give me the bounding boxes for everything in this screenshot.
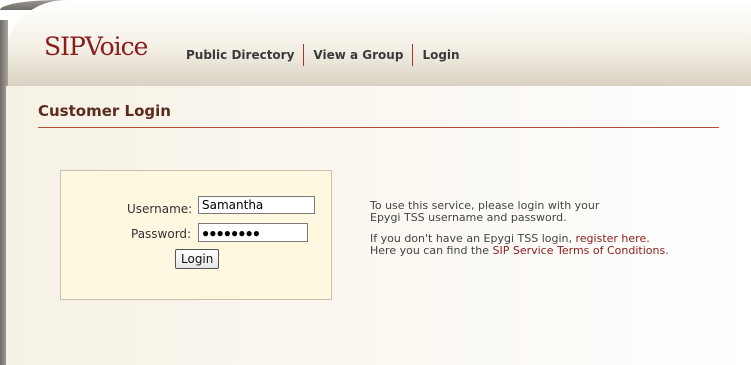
info-paragraph-1: To use this service, please login with y… xyxy=(370,200,730,224)
login-form: Username: Password: Login xyxy=(60,170,332,300)
nav-login[interactable]: Login xyxy=(422,48,459,62)
sipvoice-logo[interactable]: SIPVoice xyxy=(44,32,148,61)
username-input[interactable] xyxy=(198,196,315,214)
title-divider xyxy=(38,127,719,128)
username-label: Username: xyxy=(127,202,193,216)
info-paragraph-2: If you don't have an Epygi TSS login, re… xyxy=(370,233,730,257)
nav-view-a-group[interactable]: View a Group xyxy=(313,48,403,62)
page-title: Customer Login xyxy=(38,102,171,120)
login-info-text: To use this service, please login with y… xyxy=(370,200,730,266)
terms-of-conditions-link[interactable]: SIP Service Terms of Conditions xyxy=(492,244,665,257)
info-line-2: Epygi TSS username and password. xyxy=(370,211,567,224)
info-line-4-prefix: Here you can find the xyxy=(370,244,489,257)
nav-separator xyxy=(303,44,305,66)
nav-public-directory[interactable]: Public Directory xyxy=(186,48,294,62)
password-label: Password: xyxy=(131,227,192,241)
password-input[interactable] xyxy=(198,223,308,242)
login-button[interactable]: Login xyxy=(175,249,220,269)
main-nav: Public Directory View a Group Login xyxy=(186,44,460,66)
browser-page: SIPVoice Public Directory View a Group L… xyxy=(0,0,751,365)
nav-separator xyxy=(412,44,414,66)
info-line-4-suffix: . xyxy=(665,244,669,257)
